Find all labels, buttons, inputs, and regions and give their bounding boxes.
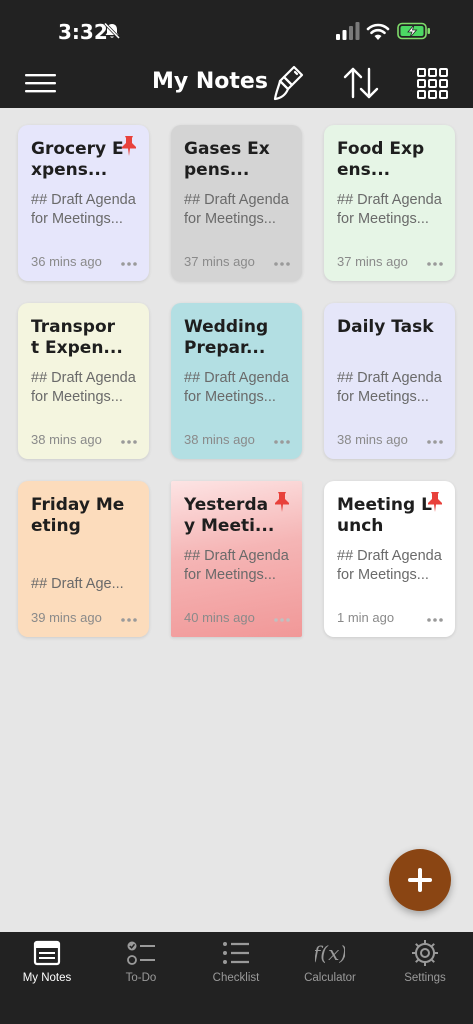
note-card[interactable]: Daily Task ## Draft Agenda for Meetings.… bbox=[324, 303, 455, 459]
note-preview: ## Draft Agenda for Meetings... bbox=[184, 192, 289, 227]
note-card[interactable]: Transpor t Expen... ## Draft Agenda for … bbox=[18, 303, 149, 459]
nav-checklist[interactable]: Checklist bbox=[189, 932, 283, 1002]
note-preview: ## Draft Agenda for Meetings... bbox=[31, 192, 136, 227]
note-timestamp: 1 min ago bbox=[337, 610, 395, 625]
note-timestamp: 38 mins ago bbox=[337, 432, 408, 447]
nav-label: Settings bbox=[404, 972, 446, 984]
note-timestamp: 37 mins ago bbox=[337, 254, 408, 269]
more-options-icon[interactable] bbox=[273, 261, 291, 267]
page-title: My Notes bbox=[152, 69, 268, 94]
more-options-icon[interactable] bbox=[426, 439, 444, 445]
note-preview: ## Draft Agenda for Meetings... bbox=[184, 370, 289, 405]
note-timestamp: 40 mins ago bbox=[184, 610, 255, 625]
svg-text:ƒ(x): ƒ(x) bbox=[315, 941, 345, 965]
more-options-icon[interactable] bbox=[120, 439, 138, 445]
note-preview: ## Draft Age... bbox=[31, 576, 124, 592]
status-time: 3:32 bbox=[58, 20, 108, 44]
note-timestamp: 38 mins ago bbox=[184, 432, 255, 447]
bell-off-icon bbox=[103, 22, 121, 40]
note-title: Friday Meeting bbox=[31, 495, 125, 536]
note-card[interactable]: Wedding Prepar... ## Draft Agenda for Me… bbox=[171, 303, 302, 459]
checklist-icon bbox=[223, 942, 249, 964]
pin-icon[interactable] bbox=[274, 491, 290, 513]
plus-icon bbox=[408, 868, 432, 892]
note-title: Daily Task bbox=[337, 317, 434, 337]
note-title: Food Expens... bbox=[337, 139, 425, 180]
note-preview: ## Draft Agenda for Meetings... bbox=[337, 192, 442, 227]
note-title: Transpor t Expen... bbox=[31, 317, 123, 358]
more-options-icon[interactable] bbox=[273, 439, 291, 445]
nav-label: My Notes bbox=[22, 972, 72, 984]
more-options-icon[interactable] bbox=[120, 617, 138, 623]
gear-icon bbox=[412, 940, 438, 966]
nav-to-do[interactable]: To-Do bbox=[94, 932, 188, 1002]
notes-grid: Grocery Expens... ## Draft Agenda for Me… bbox=[18, 125, 456, 637]
pin-icon[interactable] bbox=[427, 491, 443, 513]
note-title: Wedding Prepar... bbox=[184, 317, 269, 358]
more-options-icon[interactable] bbox=[120, 261, 138, 267]
app-header: My Notes bbox=[0, 60, 473, 108]
note-timestamp: 36 mins ago bbox=[31, 254, 102, 269]
more-options-icon[interactable] bbox=[426, 617, 444, 623]
note-card[interactable]: Meeting Lunch ## Draft Agenda for Meetin… bbox=[324, 481, 455, 637]
note-timestamp: 39 mins ago bbox=[31, 610, 102, 625]
function-icon: ƒ(x) bbox=[315, 941, 345, 965]
sort-icon[interactable] bbox=[342, 66, 380, 100]
note-card[interactable]: Grocery Expens... ## Draft Agenda for Me… bbox=[18, 125, 149, 281]
note-card[interactable]: Yesterda y Meeti... ## Draft Agenda for … bbox=[171, 481, 302, 637]
note-card[interactable]: Friday Meeting ## Draft Age... 39 mins a… bbox=[18, 481, 149, 637]
battery-charging-icon bbox=[397, 22, 430, 40]
paint-brush-icon[interactable] bbox=[272, 64, 306, 102]
pin-icon[interactable] bbox=[121, 135, 137, 157]
nav-label: Checklist bbox=[212, 972, 260, 984]
note-preview: ## Draft Agenda for Meetings... bbox=[31, 370, 136, 405]
note-card[interactable]: Food Expens... ## Draft Agenda for Meeti… bbox=[324, 125, 455, 281]
note-preview: ## Draft Agenda for Meetings... bbox=[184, 548, 289, 583]
nav-label: To-Do bbox=[125, 972, 157, 984]
note-preview: ## Draft Agenda for Meetings... bbox=[337, 548, 442, 583]
add-note-button[interactable] bbox=[389, 849, 451, 911]
note-preview: ## Draft Agenda for Meetings... bbox=[337, 370, 442, 405]
grid-view-icon[interactable] bbox=[417, 68, 448, 99]
note-timestamp: 37 mins ago bbox=[184, 254, 255, 269]
more-options-icon[interactable] bbox=[273, 617, 291, 623]
note-timestamp: 38 mins ago bbox=[31, 432, 102, 447]
nav-my-notes[interactable]: My Notes bbox=[0, 932, 94, 1002]
nav-label: Calculator bbox=[304, 972, 356, 984]
nav-calculator[interactable]: ƒ(x) Calculator bbox=[283, 932, 377, 1002]
hamburger-menu-icon[interactable] bbox=[25, 72, 56, 94]
note-card[interactable]: Gases Expens... ## Draft Agenda for Meet… bbox=[171, 125, 302, 281]
status-bar: 3:32 bbox=[0, 0, 473, 60]
cellular-signal-icon bbox=[336, 22, 360, 40]
bottom-navigation: My Notes To-Do Checklist ƒ(x) Calculator bbox=[0, 932, 473, 1024]
more-options-icon[interactable] bbox=[426, 261, 444, 267]
notes-icon bbox=[33, 940, 61, 966]
note-title: Gases Expens... bbox=[184, 139, 270, 180]
wifi-icon bbox=[366, 23, 390, 40]
nav-settings[interactable]: Settings bbox=[378, 932, 472, 1002]
todo-icon bbox=[127, 941, 155, 965]
